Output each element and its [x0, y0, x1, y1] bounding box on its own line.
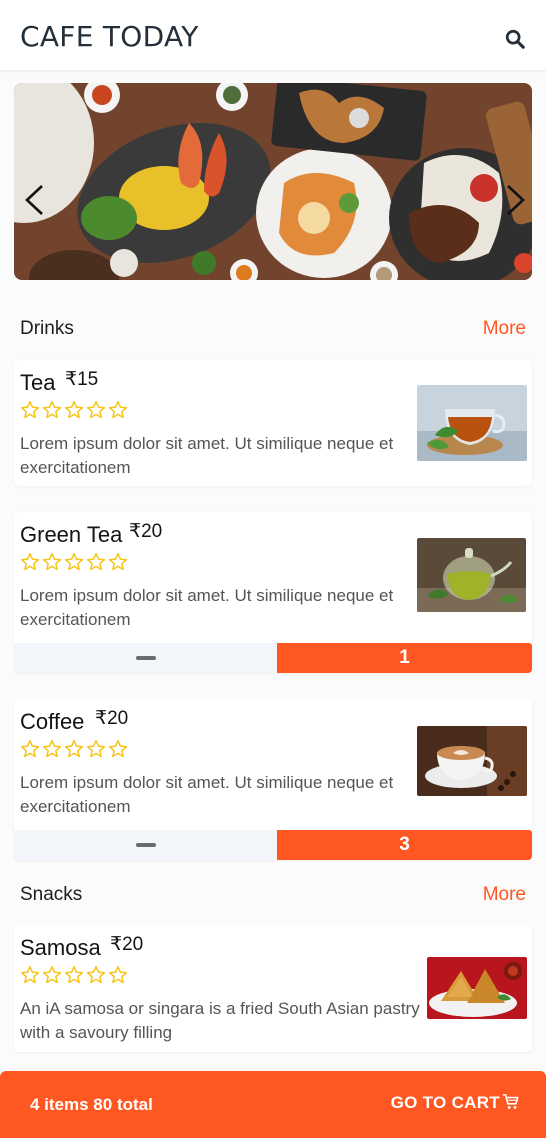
star-icon[interactable]	[86, 400, 106, 420]
star-icon[interactable]	[20, 965, 40, 985]
app-bar: CAFE TODAY	[0, 0, 546, 70]
star-icon[interactable]	[108, 552, 128, 572]
item-price: ₹20	[129, 521, 163, 542]
star-icon[interactable]	[64, 739, 84, 759]
minus-icon	[136, 656, 156, 660]
section-header-drinks: Drinks More	[20, 318, 526, 342]
item-price: ₹20	[95, 708, 129, 729]
star-icon[interactable]	[108, 965, 128, 985]
banner-carousel[interactable]	[14, 83, 532, 280]
section-title: Snacks	[20, 884, 83, 905]
item-price: ₹15	[65, 369, 99, 390]
star-icon[interactable]	[64, 400, 84, 420]
tea-cup-image	[417, 385, 527, 461]
star-icon[interactable]	[64, 552, 84, 572]
star-icon[interactable]	[42, 965, 62, 985]
star-icon[interactable]	[108, 400, 128, 420]
rating-stars[interactable]	[20, 552, 128, 572]
star-icon[interactable]	[42, 400, 62, 420]
chevron-right-icon[interactable]	[502, 183, 528, 217]
item-description: Lorem ipsum dolor sit amet. Ut similique…	[20, 773, 394, 816]
menu-item-card[interactable]: Tea ₹15 Lorem ipsum dolor sit amet. Ut s…	[14, 360, 532, 486]
rating-stars[interactable]	[20, 739, 128, 759]
menu-item-card[interactable]: Samosa ₹20 An iA samosa or singara is a …	[14, 925, 532, 1052]
food-platter-banner	[14, 83, 532, 280]
go-to-cart-button[interactable]: GO TO CART	[391, 1093, 500, 1113]
app-title: CAFE TODAY	[20, 20, 199, 53]
quantity-stepper[interactable]: 3	[14, 830, 532, 860]
search-icon[interactable]	[504, 28, 526, 50]
star-icon[interactable]	[20, 552, 40, 572]
quantity-count[interactable]: 1	[277, 643, 532, 673]
item-name: Green Tea	[20, 522, 123, 547]
item-name: Coffee	[20, 709, 85, 734]
decrease-button[interactable]	[14, 830, 277, 860]
star-icon[interactable]	[42, 739, 62, 759]
star-icon[interactable]	[86, 739, 106, 759]
samosa-plate-image	[427, 957, 527, 1019]
star-icon[interactable]	[64, 965, 84, 985]
item-description: Lorem ipsum dolor sit amet. Ut similique…	[20, 434, 394, 477]
menu-item-card[interactable]: Coffee ₹20 Lorem ipsum dolor sit amet. U…	[14, 699, 532, 860]
section-title: Drinks	[20, 318, 74, 339]
item-price: ₹20	[110, 934, 144, 955]
star-icon[interactable]	[20, 739, 40, 759]
rating-stars[interactable]	[20, 400, 128, 420]
star-icon[interactable]	[86, 965, 106, 985]
rating-stars[interactable]	[20, 965, 128, 985]
more-link[interactable]: More	[483, 884, 526, 906]
minus-icon	[136, 843, 156, 847]
section-header-snacks: Snacks More	[20, 884, 526, 908]
star-icon[interactable]	[86, 552, 106, 572]
decrease-button[interactable]	[14, 643, 277, 673]
cart-bar[interactable]: 4 items 80 total GO TO CART	[0, 1071, 546, 1138]
star-icon[interactable]	[42, 552, 62, 572]
star-icon[interactable]	[20, 400, 40, 420]
item-description: Lorem ipsum dolor sit amet. Ut similique…	[20, 586, 394, 629]
item-name: Tea	[20, 370, 56, 395]
cart-summary: 4 items 80 total	[30, 1095, 153, 1114]
menu-item-card[interactable]: Green Tea ₹20 Lorem ipsum dolor sit amet…	[14, 512, 532, 673]
green-tea-pot-image	[417, 538, 526, 612]
coffee-cup-image	[417, 726, 527, 796]
cart-icon[interactable]	[502, 1093, 520, 1111]
quantity-count[interactable]: 3	[277, 830, 532, 860]
chevron-left-icon[interactable]	[22, 183, 48, 217]
item-description: An iA samosa or singara is a fried South…	[20, 999, 420, 1042]
star-icon[interactable]	[108, 739, 128, 759]
quantity-stepper[interactable]: 1	[14, 643, 532, 673]
item-name: Samosa	[20, 935, 101, 960]
more-link[interactable]: More	[483, 318, 526, 340]
